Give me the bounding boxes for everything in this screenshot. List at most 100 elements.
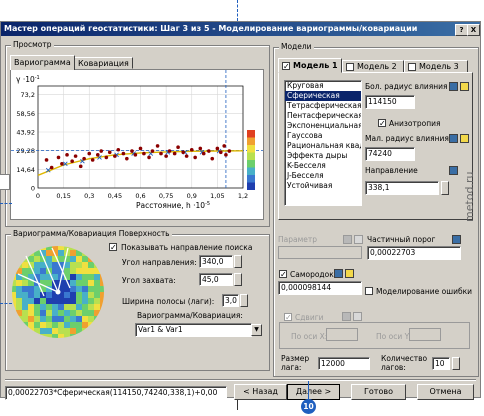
surface-cell [28, 250, 34, 256]
model-list-item[interactable]: Круговая [285, 81, 361, 91]
lag-count-label: Количество лагов: [381, 354, 428, 372]
back-button[interactable]: < Назад [234, 384, 287, 400]
lag-count-input[interactable]: 10 [432, 357, 450, 370]
nugget-input[interactable]: 0,000098144 [278, 281, 362, 295]
nugget-checkbox[interactable]: ✓ [279, 270, 287, 279]
error-model-label: Моделирование ошибки [376, 287, 473, 296]
angle-direction-input[interactable]: 340,0 [199, 255, 233, 268]
model-list-item[interactable]: Гауссова [285, 131, 361, 141]
shift-label: Сдвиги [295, 313, 324, 322]
surface-cell [88, 256, 94, 262]
close-button[interactable]: X [467, 24, 480, 36]
surface-cell [40, 298, 46, 304]
variogram-surface-map[interactable] [10, 244, 106, 340]
x-tick-label: 0,15 [56, 192, 70, 200]
surface-cell [64, 268, 70, 274]
angle-capture-spinner[interactable] [234, 273, 242, 286]
model-list-item[interactable]: Пентасферическая [285, 111, 361, 121]
model-list-item[interactable]: Рациональная квадратичная [285, 141, 361, 151]
model-type-list[interactable]: Круговая Сферическая Тетрасферическая Пента… [284, 80, 362, 206]
variogram-point [189, 147, 194, 152]
surface-cell [70, 310, 76, 316]
tab-covariance[interactable]: Ковариация [74, 57, 133, 69]
major-range-input[interactable]: 114150 [365, 95, 415, 109]
surface-cell [76, 268, 82, 274]
model-list-item[interactable]: K-Бесселя [285, 161, 361, 171]
cancel-button[interactable]: Отмена [417, 384, 474, 400]
pencil-icon[interactable] [345, 269, 354, 278]
surface-cell [28, 292, 34, 298]
pencil-icon[interactable] [460, 134, 469, 143]
variogram-point [215, 146, 220, 151]
model-list-item[interactable]: Сферическая [285, 91, 361, 101]
variogram-point [95, 153, 100, 157]
direction-input[interactable]: 338,1 [365, 181, 439, 195]
partial-sill-input[interactable]: 0,00022703 [367, 246, 461, 260]
show-direction-label: Показывать направление поиска [121, 243, 253, 252]
minor-range-input[interactable]: 74240 [365, 147, 415, 161]
surface-cell [70, 280, 76, 286]
surface-cell [94, 274, 100, 280]
bandwidth-input[interactable]: 3,0 [222, 294, 239, 307]
surface-cell [94, 262, 100, 268]
pencil-icon[interactable] [460, 82, 469, 91]
model-list-item[interactable]: Эффекта дыры [285, 151, 361, 161]
next-button[interactable]: Далее > [287, 384, 340, 400]
error-model-checkbox[interactable] [365, 287, 373, 295]
anisotropy-checkbox[interactable]: ✓ [378, 119, 386, 128]
show-direction-checkbox[interactable]: ✓ [109, 243, 117, 252]
surface-cell [12, 310, 16, 316]
chevron-down-icon[interactable]: ▼ [251, 324, 262, 336]
variogram-point [116, 147, 121, 152]
surface-cell [82, 246, 88, 250]
surface-cell [94, 322, 100, 328]
model-list-item[interactable]: Тетрасферическая [285, 101, 361, 111]
direction-spinner[interactable] [441, 181, 449, 195]
finish-button[interactable]: Готово [351, 384, 406, 400]
lag-size-input[interactable]: 12000 [318, 357, 370, 370]
model-list-item[interactable]: J-Бесселя [285, 171, 361, 181]
model-2-checkbox[interactable] [346, 63, 354, 71]
surface-cell [22, 298, 28, 304]
surface-cell [12, 274, 16, 280]
model-list-item[interactable]: Устойчивая [285, 181, 361, 191]
variogram-select-label: Вариограмма/Ковариация: [137, 311, 243, 320]
y-tick-label: 73,2 [21, 91, 35, 99]
calculator-icon[interactable] [334, 269, 343, 278]
surface-cell [70, 268, 76, 274]
surface-cell [76, 280, 82, 286]
calculator-icon[interactable] [452, 235, 461, 244]
calculator-icon[interactable] [449, 166, 458, 175]
anisotropy-label: Анизотропия [389, 119, 441, 128]
surface-cell [82, 286, 88, 292]
variogram-point [82, 156, 86, 161]
surface-cell [100, 256, 104, 262]
angle-direction-spinner[interactable] [234, 255, 242, 268]
bandwidth-label: Ширина полосы (лаги): [122, 297, 215, 306]
surface-cell [76, 328, 82, 334]
surface-cell [46, 246, 52, 250]
bandwidth-spinner[interactable] [240, 294, 248, 307]
surface-cell [52, 262, 58, 268]
variogram-select[interactable]: Var1 & Var1 [135, 323, 252, 337]
surface-cell [58, 256, 64, 262]
variogram-point [56, 155, 61, 160]
surface-cell [46, 316, 52, 322]
model-list-item[interactable]: Экспоненциальная [285, 121, 361, 131]
model-3-checkbox[interactable] [408, 63, 416, 71]
model-1-checkbox[interactable]: ✓ [282, 62, 290, 71]
surface-cell [28, 328, 34, 334]
calculator-icon[interactable] [449, 82, 458, 91]
calculator-icon[interactable] [449, 134, 458, 143]
surface-cell [64, 310, 70, 316]
lag-count-spinner[interactable] [452, 357, 460, 370]
variogram-point [155, 144, 160, 148]
surface-cell [12, 334, 16, 338]
surface-cell [88, 316, 94, 322]
surface-cell [16, 304, 22, 310]
surface-cell [100, 322, 104, 328]
tab-model-1[interactable]: ✓ Модель 1 [278, 58, 342, 73]
angle-capture-input[interactable]: 45,0 [199, 273, 233, 286]
tab-variogram[interactable]: Вариограмма [10, 55, 75, 70]
surface-cell [16, 268, 22, 274]
